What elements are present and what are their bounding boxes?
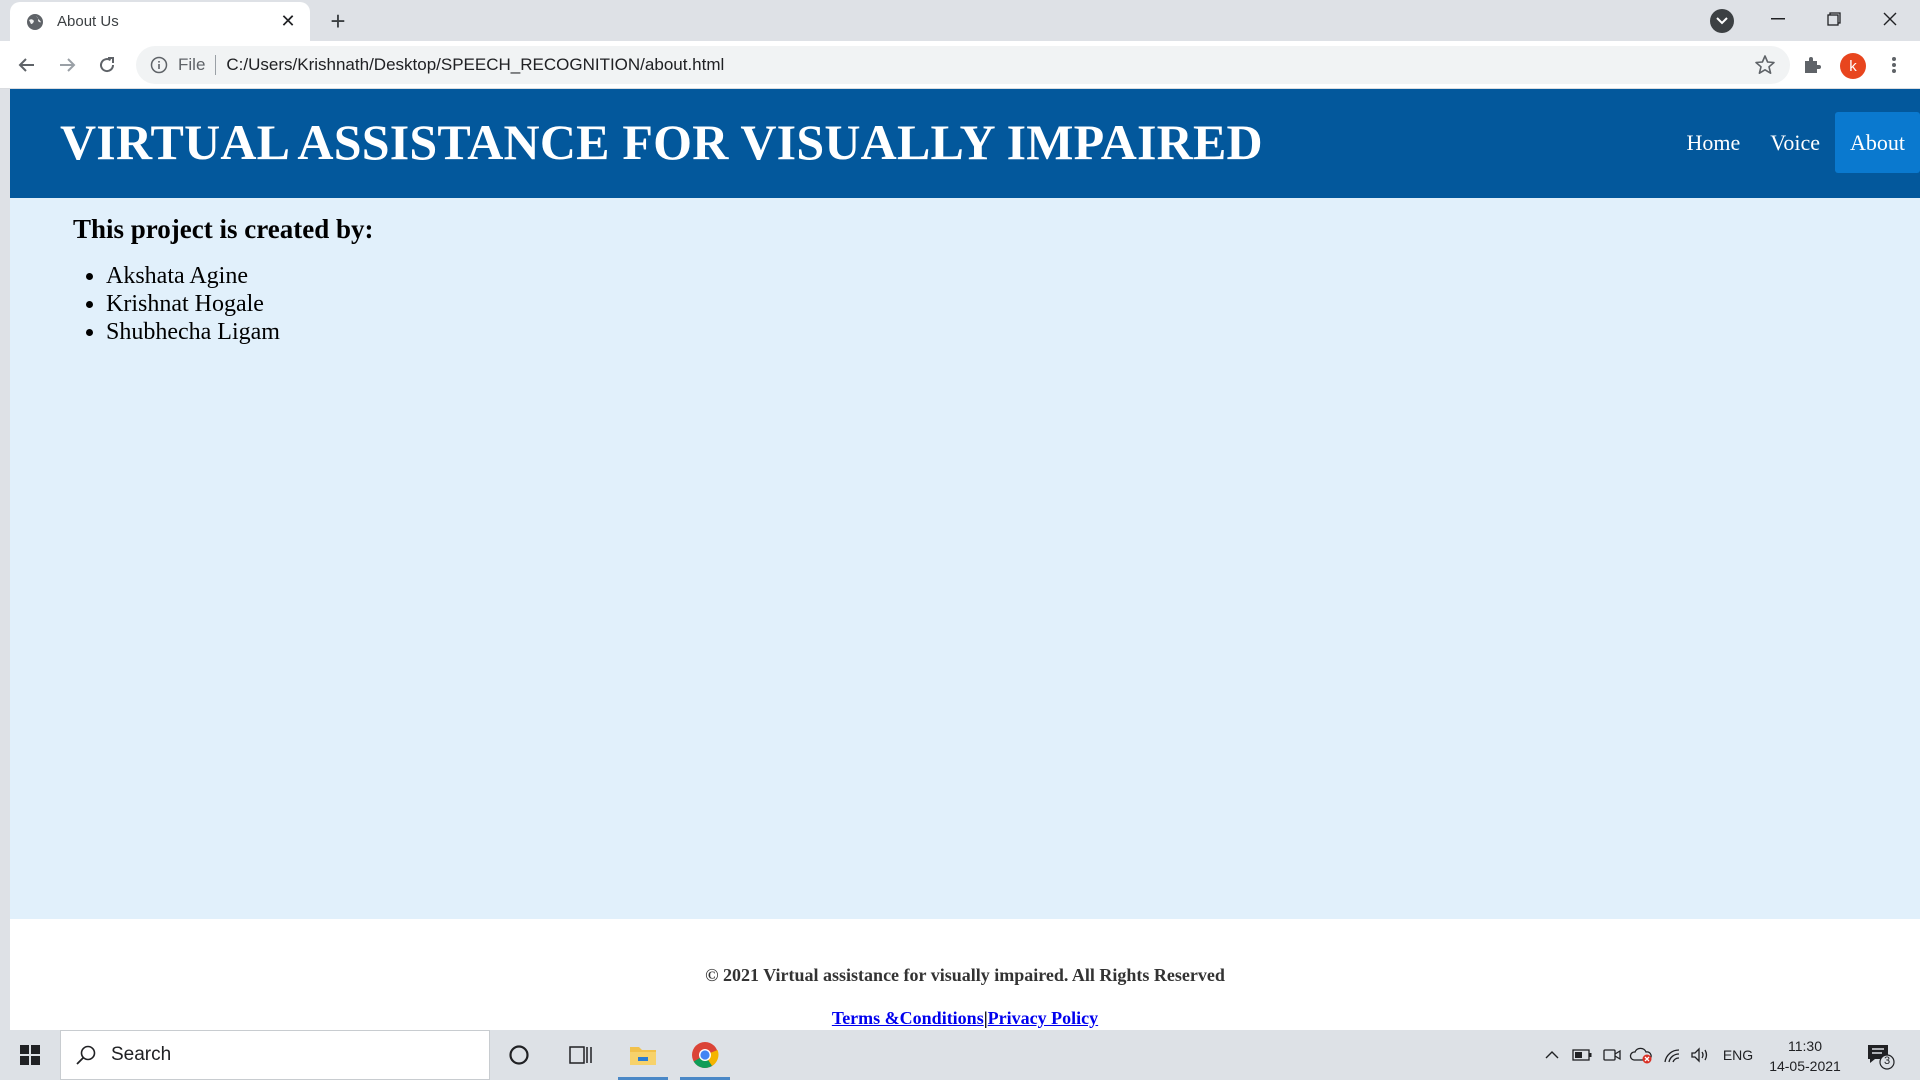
input-language-indicator[interactable]: ENG (1716, 1030, 1760, 1080)
browser-toolbar: File C:/Users/Krishnath/Desktop/SPEECH_R… (0, 41, 1920, 89)
puzzle-icon (1805, 57, 1821, 73)
restore-button[interactable] (1806, 0, 1862, 38)
tab-search-button[interactable] (1710, 9, 1734, 33)
tab-title: About Us (57, 13, 119, 30)
privacy-policy-link[interactable]: Privacy Policy (988, 1008, 1098, 1028)
clock-time: 11:30 (1788, 1038, 1822, 1054)
bookmark-star-icon[interactable] (1754, 54, 1776, 76)
search-icon (76, 1045, 96, 1065)
battery-icon (1572, 1049, 1592, 1061)
reload-button[interactable] (93, 51, 121, 79)
site-footer: © 2021 Virtual assistance for visually i… (10, 919, 1920, 1030)
cloud-error-icon (1629, 1047, 1652, 1064)
wifi-tray-icon[interactable] (1660, 1030, 1684, 1080)
file-explorer-taskbar-button[interactable] (614, 1030, 672, 1080)
battery-tray-icon[interactable] (1570, 1030, 1594, 1080)
chevron-up-icon (1545, 1051, 1559, 1059)
creators-list: Akshata Agine Krishnat Hogale Shubhecha … (73, 262, 373, 346)
nav-about-link[interactable]: About (1835, 112, 1920, 173)
onedrive-tray-icon[interactable] (1628, 1030, 1654, 1080)
url-text[interactable]: C:/Users/Krishnath/Desktop/SPEECH_RECOGN… (226, 55, 1754, 75)
speaker-icon (1691, 1047, 1708, 1063)
reload-icon (100, 57, 115, 73)
minimize-icon (1771, 18, 1785, 20)
start-button[interactable] (0, 1030, 60, 1080)
copyright-text: © 2021 Virtual assistance for visually i… (705, 965, 1225, 985)
folder-icon (630, 1047, 656, 1065)
close-icon (1883, 12, 1897, 26)
taskbar-search-box[interactable]: Search (60, 1030, 490, 1080)
notification-icon (1868, 1045, 1895, 1070)
action-center-button[interactable]: 3 (1865, 1039, 1897, 1071)
menu-button[interactable] (1880, 51, 1908, 79)
address-bar[interactable]: File C:/Users/Krishnath/Desktop/SPEECH_R… (136, 46, 1790, 84)
site-title: VIRTUAL ASSISTANCE FOR VISUALLY IMPAIRED (60, 114, 1263, 170)
windows-logo-icon (20, 1045, 40, 1065)
back-button[interactable] (13, 51, 41, 79)
chrome-icon (692, 1042, 719, 1068)
close-window-button[interactable] (1862, 0, 1918, 38)
more-vertical-icon (1892, 57, 1896, 73)
cortana-button[interactable] (490, 1030, 548, 1080)
creators-heading: This project is created by: (73, 214, 374, 244)
arrow-right-icon (60, 58, 76, 72)
taskbar-search-label: Search (111, 1044, 172, 1065)
nav-home-link[interactable]: Home (1672, 112, 1756, 173)
arrow-left-icon (18, 58, 34, 72)
forward-button[interactable] (53, 51, 81, 79)
close-tab-icon[interactable]: ✕ (276, 10, 300, 34)
info-icon[interactable] (150, 56, 168, 74)
site-header: VIRTUAL ASSISTANCE FOR VISUALLY IMPAIRED… (10, 89, 1920, 198)
url-scheme: File (178, 55, 206, 74)
volume-tray-icon[interactable] (1688, 1030, 1712, 1080)
browser-tab[interactable]: About Us ✕ (10, 2, 310, 41)
list-item: Akshata Agine (106, 262, 373, 290)
chevron-down-icon (1716, 17, 1728, 25)
main-nav: Home Voice About (1672, 112, 1920, 173)
notification-count-badge: 3 (1883, 1055, 1891, 1067)
minimize-button[interactable] (1750, 0, 1806, 38)
extensions-button[interactable] (1798, 51, 1826, 79)
url-separator (215, 55, 217, 75)
task-view-icon (569, 1046, 592, 1064)
chrome-taskbar-button[interactable] (676, 1030, 734, 1080)
wifi-icon (1664, 1049, 1680, 1063)
show-hidden-icons-button[interactable] (1540, 1030, 1564, 1080)
camera-icon (1603, 1049, 1621, 1061)
page-viewport: VIRTUAL ASSISTANCE FOR VISUALLY IMPAIRED… (10, 89, 1920, 1030)
taskbar: Search ENG 11:30 14-05-2021 3 (0, 1030, 1920, 1080)
tab-strip: About Us ✕ + (0, 0, 1920, 41)
about-content: This project is created by: Akshata Agin… (73, 214, 373, 346)
clock-date: 14-05-2021 (1769, 1058, 1841, 1074)
restore-icon (1827, 12, 1841, 26)
list-item: Krishnat Hogale (106, 290, 373, 318)
new-tab-button[interactable]: + (325, 8, 351, 34)
terms-link[interactable]: Terms &Conditions (832, 1008, 984, 1028)
task-view-button[interactable] (552, 1030, 610, 1080)
meet-now-tray-icon[interactable] (1600, 1030, 1624, 1080)
profile-avatar[interactable]: k (1840, 53, 1866, 79)
taskbar-clock[interactable]: 11:30 14-05-2021 (1760, 1036, 1850, 1076)
nav-voice-link[interactable]: Voice (1755, 112, 1835, 173)
list-item: Shubhecha Ligam (106, 318, 373, 346)
cortana-circle-icon (509, 1045, 529, 1065)
globe-icon (27, 13, 43, 30)
footer-links: Terms &Conditions|Privacy Policy (10, 1008, 1920, 1029)
